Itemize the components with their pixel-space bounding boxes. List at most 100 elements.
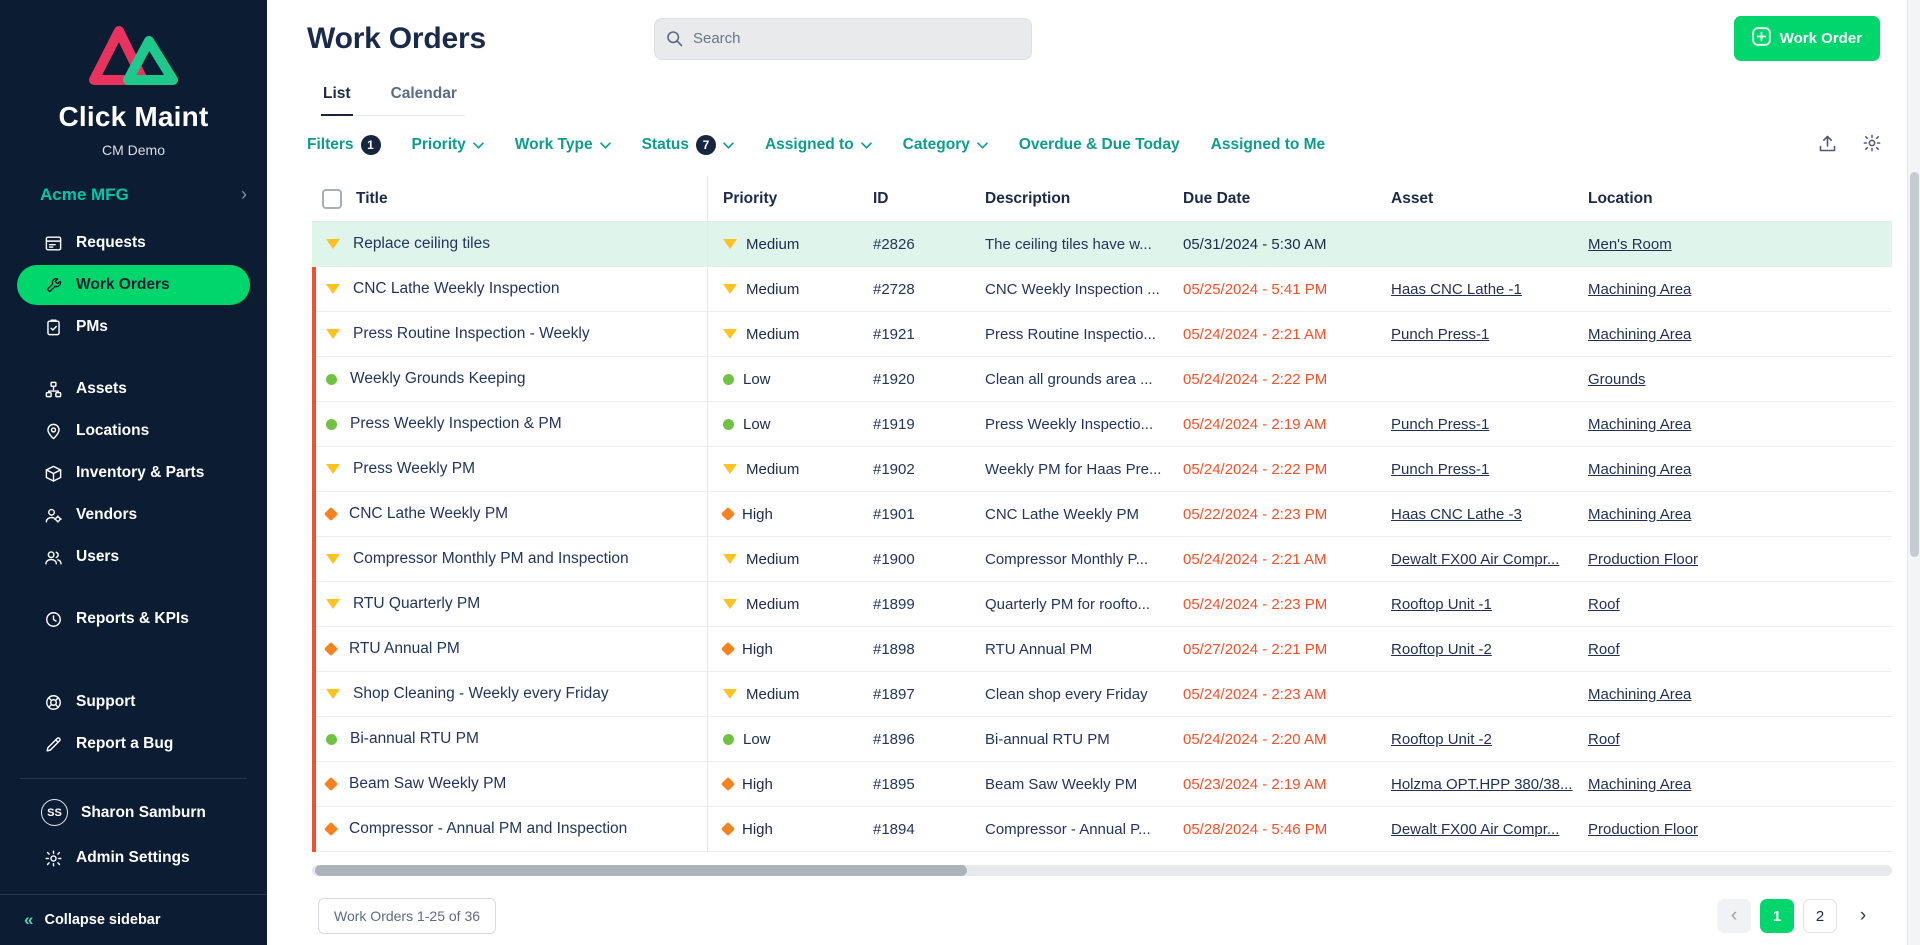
work-order-id: #2826: [858, 222, 970, 266]
location-link[interactable]: Roof: [1588, 641, 1620, 658]
sidebar-item-requests[interactable]: Requests: [17, 223, 250, 263]
next-page-button[interactable]: ›: [1846, 899, 1880, 933]
filter-priority[interactable]: Priority: [412, 136, 484, 154]
due-date: 05/23/2024 - 2:19 AM: [1168, 762, 1376, 806]
new-work-order-button[interactable]: Work Order: [1734, 16, 1880, 61]
table-settings-button[interactable]: [1862, 133, 1882, 156]
location-link[interactable]: Grounds: [1588, 371, 1646, 388]
table-footer: Work Orders 1-25 of 36 ‹ 1 2 ›: [267, 898, 1920, 934]
sidebar-item-admin-settings[interactable]: Admin Settings: [17, 838, 250, 878]
horizontal-scrollbar-thumb[interactable]: [315, 865, 967, 876]
asset-link[interactable]: Punch Press-1: [1391, 416, 1489, 433]
asset-link[interactable]: Rooftop Unit -1: [1391, 596, 1492, 613]
sidebar-item-pms[interactable]: PMs: [17, 307, 250, 347]
results-range: Work Orders 1-25 of 36: [318, 898, 496, 934]
table-row[interactable]: Press Weekly Inspection & PM Low #1919 P…: [312, 402, 1892, 447]
table-row[interactable]: Beam Saw Weekly PM High #1895 Beam Saw W…: [312, 762, 1892, 807]
filter-category[interactable]: Category: [903, 136, 988, 154]
table-row[interactable]: Bi-annual RTU PM Low #1896 Bi-annual RTU…: [312, 717, 1892, 762]
priority-icon: [721, 777, 735, 791]
location-link[interactable]: Machining Area: [1588, 281, 1691, 298]
work-order-description: Compressor - Annual P...: [970, 807, 1168, 851]
user-menu[interactable]: SS Sharon Samburn: [17, 791, 250, 834]
asset-link[interactable]: Punch Press-1: [1391, 326, 1489, 343]
location-link[interactable]: Production Floor: [1588, 551, 1698, 568]
vertical-scrollbar-thumb[interactable]: [1910, 172, 1919, 557]
asset-link[interactable]: Rooftop Unit -2: [1391, 641, 1492, 658]
filters-button[interactable]: Filters 1: [307, 135, 381, 155]
sidebar-item-reports-kpis[interactable]: Reports & KPIs: [17, 599, 250, 639]
location-link[interactable]: Machining Area: [1588, 776, 1691, 793]
asset-link[interactable]: Haas CNC Lathe -3: [1391, 506, 1522, 523]
lifebuoy-icon: [43, 692, 63, 712]
tab-calendar[interactable]: Calendar: [389, 85, 459, 116]
sidebar-item-support[interactable]: Support: [17, 682, 250, 722]
table-row[interactable]: Replace ceiling tiles Medium #2826 The c…: [312, 222, 1892, 267]
table-row[interactable]: CNC Lathe Weekly Inspection Medium #2728…: [312, 267, 1892, 312]
vertical-scrollbar[interactable]: [1907, 0, 1920, 945]
filter-label: Assigned to Me: [1211, 136, 1326, 154]
select-all-checkbox[interactable]: [322, 189, 342, 209]
horizontal-scrollbar[interactable]: [312, 865, 1892, 876]
table-row[interactable]: Weekly Grounds Keeping Low #1920 Clean a…: [312, 357, 1892, 402]
priority-icon: [723, 554, 737, 564]
table-row[interactable]: Press Routine Inspection - Weekly Medium…: [312, 312, 1892, 357]
sidebar-item-label: Requests: [76, 234, 146, 252]
collapse-sidebar-button[interactable]: « Collapse sidebar: [0, 894, 267, 945]
table-row[interactable]: Compressor Monthly PM and Inspection Med…: [312, 537, 1892, 582]
asset-link[interactable]: Punch Press-1: [1391, 461, 1489, 478]
table-header: Title Priority ID Description Due Date A…: [312, 176, 1892, 222]
sidebar-item-work-orders[interactable]: Work Orders: [17, 265, 250, 305]
location-link[interactable]: Machining Area: [1588, 326, 1691, 343]
location-link[interactable]: Machining Area: [1588, 461, 1691, 478]
export-button[interactable]: [1818, 134, 1837, 156]
table-row[interactable]: RTU Annual PM High #1898 RTU Annual PM 0…: [312, 627, 1892, 672]
due-date: 05/25/2024 - 5:41 PM: [1168, 267, 1376, 311]
filter-work-type[interactable]: Work Type: [515, 136, 611, 154]
filter-bar: Filters 1 Priority Work Type Status 7 As…: [267, 133, 1920, 156]
view-tabs: List Calendar: [321, 85, 465, 116]
priority-label: High: [742, 821, 773, 838]
sidebar-item-report-a-bug[interactable]: Report a Bug: [17, 724, 250, 764]
filter-assigned-to-me[interactable]: Assigned to Me: [1211, 136, 1326, 154]
priority-icon: [326, 419, 337, 430]
table-row[interactable]: Compressor - Annual PM and Inspection Hi…: [312, 807, 1892, 852]
location-link[interactable]: Machining Area: [1588, 506, 1691, 523]
filter-status[interactable]: Status 7: [642, 135, 734, 155]
priority-label: Medium: [746, 686, 799, 703]
location-link[interactable]: Men's Room: [1588, 236, 1672, 253]
tab-list[interactable]: List: [321, 85, 353, 116]
filter-assigned-to[interactable]: Assigned to: [765, 136, 872, 154]
sidebar-item-vendors[interactable]: Vendors: [17, 495, 250, 535]
priority-icon: [723, 734, 734, 745]
location-link[interactable]: Roof: [1588, 596, 1620, 613]
sidebar-item-users[interactable]: Users: [17, 537, 250, 577]
table-row[interactable]: Press Weekly PM Medium #1902 Weekly PM f…: [312, 447, 1892, 492]
page-1-button[interactable]: 1: [1760, 899, 1794, 933]
sidebar-item-assets[interactable]: Assets: [17, 369, 250, 409]
asset-link[interactable]: Dewalt FX00 Air Compr...: [1391, 821, 1559, 838]
table-row[interactable]: RTU Quarterly PM Medium #1899 Quarterly …: [312, 582, 1892, 627]
location-link[interactable]: Roof: [1588, 731, 1620, 748]
sidebar-item-inventory-parts[interactable]: Inventory & Parts: [17, 453, 250, 493]
asset-link[interactable]: Holzma OPT.HPP 380/38...: [1391, 776, 1572, 793]
table-row[interactable]: Shop Cleaning - Weekly every Friday Medi…: [312, 672, 1892, 717]
work-order-description: CNC Lathe Weekly PM: [970, 492, 1168, 536]
page-2-button[interactable]: 2: [1803, 899, 1837, 933]
work-orders-table: Title Priority ID Description Due Date A…: [312, 176, 1892, 852]
location-link[interactable]: Machining Area: [1588, 686, 1691, 703]
asset-link[interactable]: Dewalt FX00 Air Compr...: [1391, 551, 1559, 568]
gear-icon: [43, 848, 63, 868]
pencil-icon: [43, 734, 63, 754]
table-row[interactable]: CNC Lathe Weekly PM High #1901 CNC Lathe…: [312, 492, 1892, 537]
location-link[interactable]: Machining Area: [1588, 416, 1691, 433]
search-input[interactable]: [654, 18, 1032, 60]
location-link[interactable]: Production Floor: [1588, 821, 1698, 838]
asset-link[interactable]: Haas CNC Lathe -1: [1391, 281, 1522, 298]
sidebar-item-locations[interactable]: Locations: [17, 411, 250, 451]
filter-overdue-due-today[interactable]: Overdue & Due Today: [1019, 136, 1180, 154]
previous-page-button[interactable]: ‹: [1717, 899, 1751, 933]
org-selector[interactable]: Acme MFG ›: [0, 184, 267, 205]
asset-link[interactable]: Rooftop Unit -2: [1391, 731, 1492, 748]
filter-label: Assigned to: [765, 136, 854, 154]
